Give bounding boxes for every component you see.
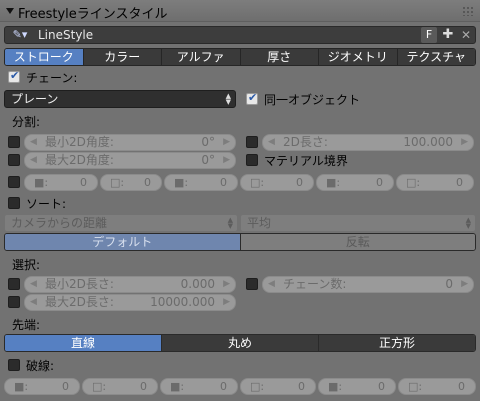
tab-thickness[interactable]: 厚さ [240,49,319,65]
linestyle-name[interactable]: LineStyle [38,28,93,42]
sort-key-dropdown[interactable]: カメラからの距離 ▲ ▼ [4,214,238,232]
dash1-field[interactable]: ■: 0 [4,378,80,395]
caps-heading: 先端: [12,318,41,332]
gap1-field[interactable]: □: 0 [82,378,158,395]
same-object-label: 同一オブジェクト [264,93,361,107]
cap-square[interactable]: 正方形 [319,335,475,351]
increment-arrow-icon: ▶ [223,297,230,307]
remove-linestyle-icon[interactable]: ✕ [458,27,474,43]
increment-arrow-icon: ▶ [223,137,230,147]
max-2d-angle-checkbox[interactable] [8,154,20,166]
cap-round[interactable]: 丸め [162,335,319,351]
dash3-field[interactable]: ■: 0 [318,378,396,395]
min-2d-angle-checkbox[interactable] [8,136,20,148]
sort-order-toggle: デフォルト 反転 [4,233,476,251]
material-border-checkbox[interactable] [246,154,258,166]
dash2-field[interactable]: ■: 0 [160,378,238,395]
tab-alpha[interactable]: アルファ [162,49,241,65]
sorting-label: ソート: [26,197,67,211]
brush-dropdown-icon[interactable]: ✎▾ [6,27,34,43]
fake-user-button[interactable]: F [421,27,437,43]
chaining-label: チェーン: [26,71,78,85]
linestyle-tabs: ストローク カラー アルファ 厚さ ジオメトリ テクスチャ [4,48,476,66]
split-gap2-field[interactable]: □: 0 [240,174,314,191]
increment-arrow-icon: ▶ [461,279,468,289]
decrement-arrow-icon: ◀ [30,155,37,165]
chaining-method-value: プレーン [11,92,59,106]
material-border-label: マテリアル境界 [264,154,348,168]
updown-arrow-icon: ▲ ▼ [227,216,233,230]
tab-stroke[interactable]: ストローク [5,49,84,65]
tab-color[interactable]: カラー [83,49,162,65]
split-pattern-checkbox[interactable] [8,176,20,188]
2d-length-field[interactable]: ◀ 2D長さ: 100.000 ▶ [262,134,474,151]
split-heading: 分割: [12,115,41,129]
min-2d-length-field[interactable]: ◀ 最小2D長さ: 0.000 ▶ [24,276,236,293]
same-object-checkbox[interactable] [246,91,258,105]
chain-count-checkbox[interactable] [246,278,258,290]
max-2d-angle-field[interactable]: ◀ 最大2D角度: 0° ▶ [24,152,236,169]
split-dash1-field[interactable]: ■: 0 [24,174,98,191]
chain-count-field[interactable]: ◀ チェーン数: 0 ▶ [262,276,474,293]
add-linestyle-icon[interactable]: ✚ [440,27,456,43]
tab-texture[interactable]: テクスチャ [397,49,475,65]
dashed-line-label: 破線: [26,359,55,373]
increment-arrow-icon: ▶ [461,137,468,147]
dashed-line-checkbox[interactable] [8,359,20,371]
split-dash2-field[interactable]: ■: 0 [164,174,238,191]
split-dash3-field[interactable]: ■: 0 [316,174,394,191]
increment-arrow-icon: ▶ [223,155,230,165]
chaining-method-dropdown[interactable]: プレーン ▲ ▼ [4,90,236,108]
decrement-arrow-icon: ◀ [30,297,37,307]
decrement-arrow-icon: ◀ [30,279,37,289]
max-2d-length-checkbox[interactable] [8,296,20,308]
caps-selector: 直線 丸め 正方形 [4,334,476,352]
min-2d-angle-field[interactable]: ◀ 最小2D角度: 0° ▶ [24,134,236,151]
min-2d-length-checkbox[interactable] [8,278,20,290]
updown-arrow-icon: ▲ ▼ [465,216,471,230]
updown-arrow-icon: ▲ ▼ [225,92,231,106]
gap2-field[interactable]: □: 0 [240,378,316,395]
panel-title: Freestyleラインスタイル [18,7,168,22]
split-gap3-field[interactable]: □: 0 [396,174,474,191]
sort-order-reverse[interactable]: 反転 [240,234,475,250]
decrement-arrow-icon: ◀ [268,279,275,289]
sort-order-default[interactable]: デフォルト [5,234,241,250]
decrement-arrow-icon: ◀ [30,137,37,147]
split-gap1-field[interactable]: □: 0 [100,174,162,191]
increment-arrow-icon: ▶ [223,279,230,289]
integration-type-dropdown[interactable]: 平均 ▲ ▼ [240,214,476,232]
drag-grip-icon[interactable] [462,6,474,16]
cap-butt[interactable]: 直線 [5,335,162,351]
selection-heading: 選択: [12,258,41,272]
collapse-triangle-icon[interactable] [6,8,14,14]
tab-geometry[interactable]: ジオメトリ [319,49,398,65]
gap3-field[interactable]: □: 0 [398,378,476,395]
max-2d-length-field[interactable]: ◀ 最大2D長さ: 10000.000 ▶ [24,294,236,311]
sorting-checkbox[interactable] [8,197,20,209]
chaining-checkbox[interactable] [8,69,20,83]
decrement-arrow-icon: ◀ [268,137,275,147]
2d-length-checkbox[interactable] [246,136,258,148]
